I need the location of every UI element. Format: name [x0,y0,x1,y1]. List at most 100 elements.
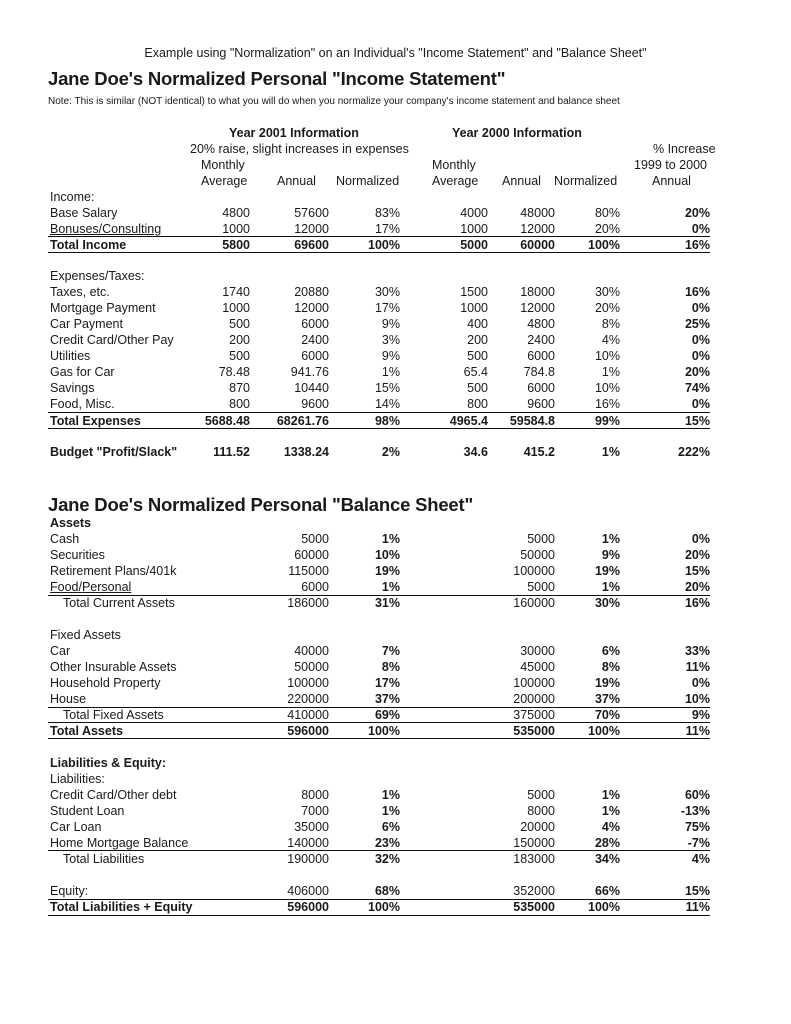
pct-increase: 16% [684,596,710,610]
monthly-2001: 500 [229,317,250,331]
pct-increase: 11% [685,900,710,914]
normalized-2001: 31% [374,596,400,610]
pct-increase: 15% [684,884,710,898]
row-label: Food/Personal [50,580,132,594]
total-income-underline [48,252,710,253]
amount-2000: 535000 [513,724,555,738]
row-label: Mortgage Payment [50,301,156,315]
monthly-2001: 111.52 [213,445,250,459]
monthly-2000: 5000 [460,238,488,252]
normalized-2001: 10% [374,548,400,562]
normalized-2000: 100% [588,724,620,738]
amount-2000: 45000 [520,660,555,674]
amount-2001: 186000 [287,596,329,610]
current-asset-row: Retirement Plans/401k 115000 19% 100000 19% 1… [48,563,710,579]
header-2000-normalized: Normalized [554,174,618,188]
pct-increase: 0% [691,333,710,347]
normalized-2001: 14% [374,397,400,411]
amount-2000: 50000 [520,548,555,562]
pct-increase: 33% [684,644,710,658]
monthly-2001: 200 [229,333,250,347]
expense-row: Car Payment 500 6000 9% 400 4800 8% 25% [48,316,710,332]
annual-2001: 6000 [301,349,329,363]
expenses-section-label: Expenses/Taxes: [50,269,145,283]
fixed-asset-row: Household Property 100000 17% 100000 19% 0% [48,675,710,691]
pct-increase: 11% [685,724,710,738]
normalized-2001: 9% [381,317,400,331]
fixed-assets-label: Fixed Assets [50,628,121,642]
liability-row: Car Loan 35000 6% 20000 4% 75% [48,819,710,835]
monthly-2000: 1000 [460,301,488,315]
annual-2001: 69600 [294,238,329,252]
amount-2001: 50000 [294,660,329,674]
row-label: Other Insurable Assets [50,660,177,674]
amount-2001: 7000 [301,804,329,818]
pct-increase: 0% [691,349,710,363]
expense-row: Gas for Car 78.48 941.76 1% 65.4 784.8 1% 20% [48,364,710,380]
normalized-2001: 1% [381,580,400,594]
total-fixed-assets-row: Total Fixed Assets 410000 69% 375000 70% 9% [48,707,710,723]
row-label: Retirement Plans/401k [50,564,177,578]
monthly-2001: 800 [229,397,250,411]
normalized-2000: 8% [601,317,620,331]
header-pct-increase-line1: % Increase [653,142,716,156]
normalized-2000: 99% [594,414,620,428]
normalized-2000: 100% [588,900,620,914]
annual-2000: 12000 [520,301,555,315]
monthly-2000: 800 [467,397,488,411]
monthly-2001: 1000 [222,301,250,315]
row-label: Securities [50,548,105,562]
row-label: Student Loan [50,804,125,818]
normalized-2000: 37% [594,692,620,706]
amount-2001: 190000 [287,852,329,866]
normalized-2000: 4% [601,820,620,834]
pct-increase: 16% [684,285,710,299]
row-label: Equity: [50,884,89,898]
row-label: Home Mortgage Balance [50,836,189,850]
annual-2000: 2400 [527,333,555,347]
normalized-2001: 1% [381,804,400,818]
income-statement-title: Jane Doe's Normalized Personal "Income S… [48,68,506,89]
normalized-2000: 8% [601,660,620,674]
normalized-2001: 15% [374,381,400,395]
total-income-row: Total Income 5800 69600 100% 5000 60000 100% 16… [48,237,710,253]
amount-2000: 352000 [513,884,555,898]
normalized-2001: 17% [374,222,400,236]
header-2000-annual: Annual [502,174,541,188]
annual-2000: 784.8 [523,365,555,379]
expenses-section-label-row: Expenses/Taxes: [48,268,710,284]
normalized-2001: 30% [374,285,400,299]
row-label: Food, Misc. [50,397,115,411]
expense-row: Mortgage Payment 1000 12000 17% 1000 12000 20%… [48,300,710,316]
row-label: Total Assets [50,724,123,738]
total-assets-row: Total Assets 596000 100% 535000 100% 11% [48,723,710,739]
normalized-2000: 9% [601,548,620,562]
pct-increase: 20% [684,548,710,562]
normalized-2000: 30% [594,285,620,299]
normalized-2000: 10% [594,381,620,395]
header-2000-average: Average [432,174,479,188]
annual-2001: 12000 [294,222,329,236]
amount-2000: 30000 [520,644,555,658]
normalized-2001: 1% [381,365,400,379]
pct-increase: 11% [685,660,710,674]
annual-2000: 9600 [527,397,555,411]
row-label: Total Expenses [50,414,141,428]
amount-2000: 100000 [513,564,555,578]
row-label: Gas for Car [50,365,115,379]
normalized-2001: 100% [368,900,400,914]
annual-2001: 68261.76 [276,414,329,428]
pct-increase: -13% [680,804,710,818]
normalized-2000: 4% [601,333,620,347]
amount-2001: 35000 [294,820,329,834]
expense-row: Utilities 500 6000 9% 500 6000 10% 0% [48,348,710,364]
amount-2000: 8000 [527,804,555,818]
amount-2000: 183000 [513,852,555,866]
annual-2001: 941.76 [290,365,329,379]
header-2001-monthly: Monthly [201,158,245,172]
current-asset-row: Securities 60000 10% 50000 9% 20% [48,547,710,563]
amount-2000: 200000 [513,692,555,706]
normalized-2001: 1% [381,788,400,802]
income-row: Base Salary 4800 57600 83% 4000 48000 80% 20% [48,205,710,221]
normalized-2000: 66% [594,884,620,898]
